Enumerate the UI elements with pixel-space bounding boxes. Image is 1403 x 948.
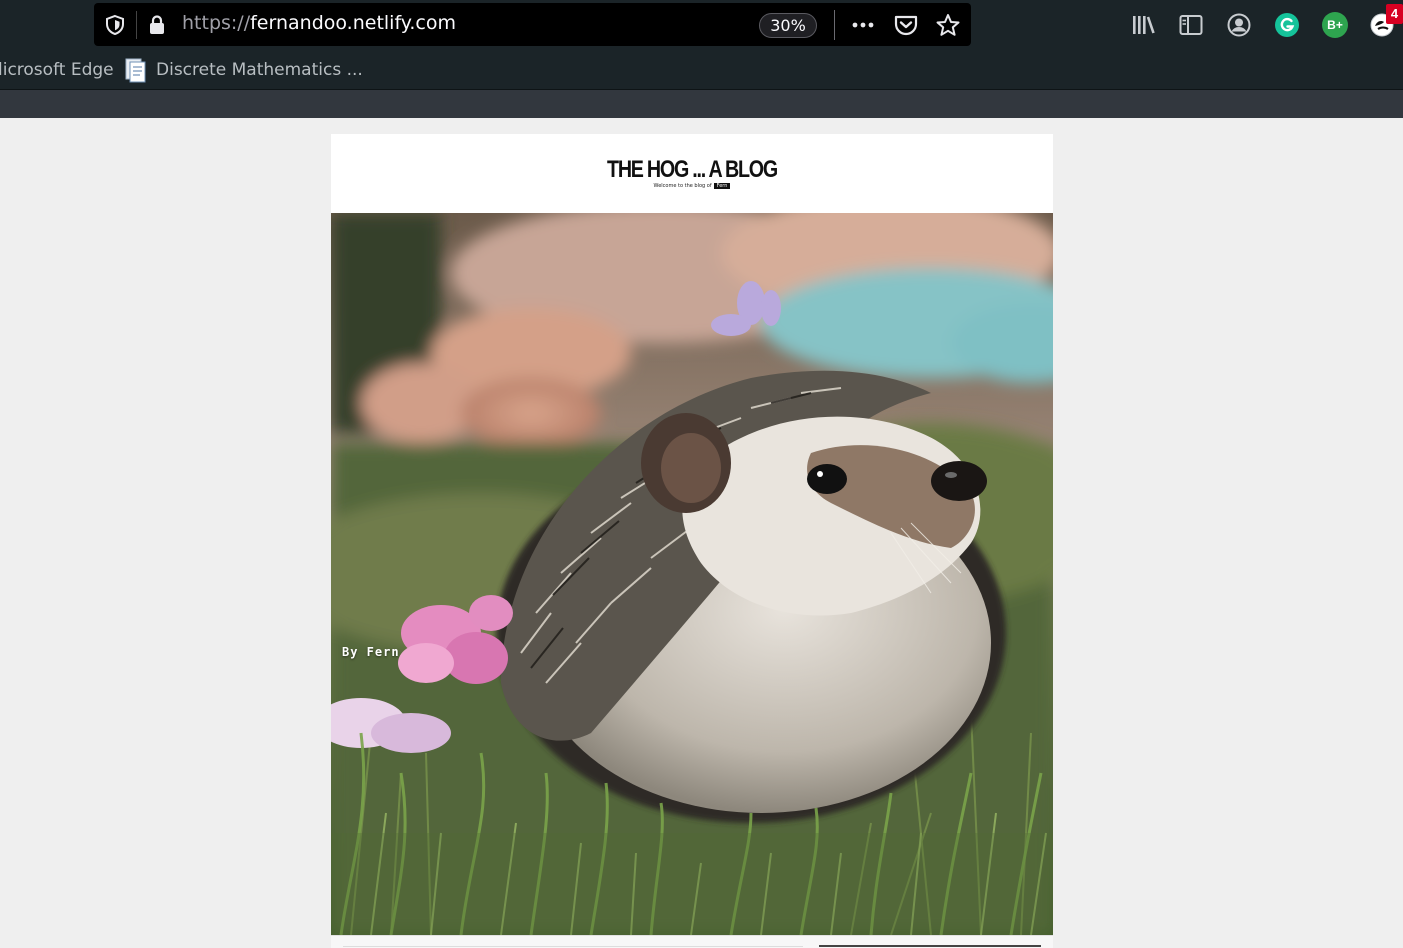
bookmarks-toolbar: licrosoft Edge Discrete Mathematics ...: [0, 50, 1403, 90]
hedgehog-hero-photo: By Fern: [331, 213, 1053, 935]
bplus-extension-icon[interactable]: B+: [1322, 12, 1348, 38]
next-section-preview: [331, 935, 1053, 948]
address-separator: [834, 10, 835, 40]
blog-title: THE HOG ... A BLOG: [607, 156, 778, 183]
browser-toolbar: https://fernandoo.netlify.com 30% B+ 4: [0, 0, 1403, 50]
bookmark-discrete-mathematics[interactable]: Discrete Mathematics ...: [156, 60, 363, 80]
tab-strip-area: [0, 90, 1403, 118]
page-actions-more-icon[interactable]: [850, 13, 876, 37]
url-host: fernandoo.netlify.com: [250, 12, 456, 34]
bookmark-microsoft-edge[interactable]: licrosoft Edge: [0, 60, 114, 80]
blog-subtitle-tag: Fern: [713, 183, 731, 189]
hedgehog-illustration: [331, 213, 1053, 935]
pocket-icon[interactable]: [893, 13, 919, 37]
address-bar[interactable]: https://fernandoo.netlify.com 30%: [94, 3, 971, 46]
blog-header: THE HOG ... A BLOG Welcome to the blog o…: [331, 134, 1053, 213]
document-page-icon: [125, 58, 146, 83]
bookmark-star-icon[interactable]: [935, 13, 961, 37]
blog-subtitle: Welcome to the blog of Fern: [331, 183, 1053, 189]
blog-subtitle-text: Welcome to the blog of: [653, 183, 712, 189]
author-byline: By Fern: [342, 645, 400, 659]
library-icon[interactable]: [1130, 12, 1156, 38]
grammarly-extension-icon[interactable]: [1274, 12, 1300, 38]
notification-count-badge: 4: [1386, 4, 1403, 24]
page-viewport[interactable]: THE HOG ... A BLOG Welcome to the blog o…: [0, 118, 1403, 948]
sidebar-toggle-icon[interactable]: [1178, 12, 1204, 38]
account-icon[interactable]: [1226, 12, 1252, 38]
padlock-icon[interactable]: [146, 14, 168, 36]
tracking-protection-shield-icon[interactable]: [104, 14, 126, 36]
section-divider-right: [819, 945, 1041, 947]
address-divider: [136, 11, 137, 39]
url-protocol: https://: [182, 12, 251, 34]
url-text[interactable]: https://fernandoo.netlify.com: [182, 12, 456, 34]
section-divider-left: [343, 946, 803, 947]
zoom-level-badge[interactable]: 30%: [759, 13, 817, 38]
blog-card: THE HOG ... A BLOG Welcome to the blog o…: [331, 134, 1053, 948]
